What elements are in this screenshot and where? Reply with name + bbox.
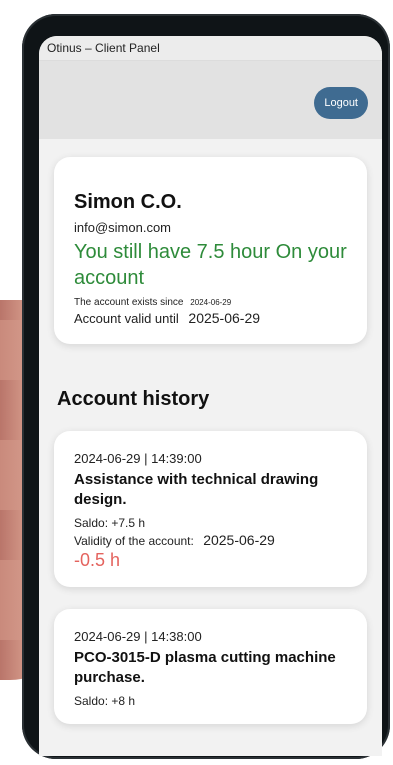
history-item-saldo: Saldo: +8 h bbox=[74, 694, 136, 708]
account-exists-label: The account exists since bbox=[74, 297, 184, 308]
account-exists-date: 2024-06-29 bbox=[190, 298, 232, 307]
account-name: Simon C.O. bbox=[74, 191, 182, 213]
remaining-hours-text: You still have 7.5 hour On your account bbox=[74, 241, 347, 289]
app-header: Logout bbox=[39, 61, 382, 139]
logout-button[interactable]: Logout bbox=[314, 87, 368, 119]
main-content: Simon C.O. info@simon.com You still have… bbox=[39, 139, 382, 724]
account-valid-label: Account valid until bbox=[74, 311, 179, 326]
account-valid-row: Account valid until 2025-06-29 bbox=[74, 310, 347, 326]
history-item[interactable]: 2024-06-29 | 14:39:00 Assistance with te… bbox=[54, 431, 367, 587]
history-item-description: PCO-3015-D plasma cutting machine purcha… bbox=[74, 649, 336, 686]
history-item-delta: -0.5 h bbox=[74, 550, 121, 570]
window-title: Otinus – Client Panel bbox=[39, 36, 382, 61]
history-item-time: 14:38:00 bbox=[151, 629, 202, 644]
history-item-validity-row: Validity of the account: 2025-06-29 bbox=[74, 532, 347, 548]
account-valid-date: 2025-06-29 bbox=[188, 310, 261, 326]
history-item-datetime: 2024-06-29 | 14:39:00 bbox=[74, 451, 202, 466]
history-item-date: 2024-06-29 bbox=[74, 451, 141, 466]
history-item-validity-date: 2025-06-29 bbox=[203, 532, 275, 548]
history-item-datetime: 2024-06-29 | 14:38:00 bbox=[74, 629, 202, 644]
history-item-validity-label: Validity of the account: bbox=[74, 534, 194, 548]
history-item[interactable]: 2024-06-29 | 14:38:00 PCO-3015-D plasma … bbox=[54, 609, 367, 724]
history-item-time: 14:39:00 bbox=[151, 451, 202, 466]
account-card: Simon C.O. info@simon.com You still have… bbox=[54, 157, 367, 344]
history-item-saldo: Saldo: +7.5 h bbox=[74, 516, 146, 530]
account-email: info@simon.com bbox=[74, 220, 172, 235]
account-exists-row: The account exists since 2024-06-29 bbox=[74, 297, 347, 308]
history-title: Account history bbox=[57, 388, 210, 410]
history-item-date: 2024-06-29 bbox=[74, 629, 141, 644]
phone-screen: Otinus – Client Panel Logout Simon C.O. … bbox=[39, 36, 382, 756]
history-item-description: Assistance with technical drawing design… bbox=[74, 471, 319, 508]
